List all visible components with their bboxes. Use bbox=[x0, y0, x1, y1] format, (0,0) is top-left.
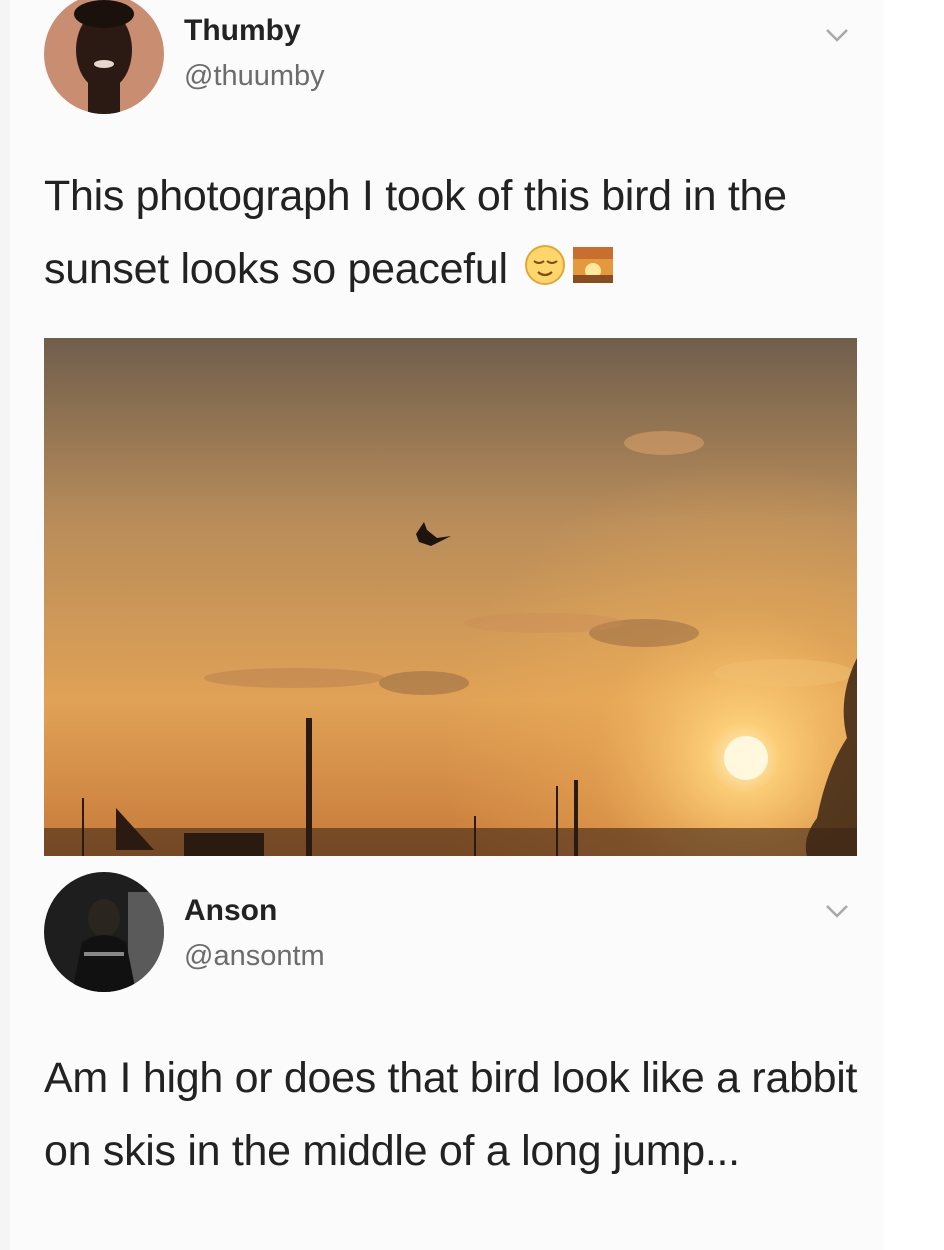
avatar[interactable] bbox=[44, 872, 164, 992]
page-margin bbox=[884, 0, 944, 1250]
reply-text: Am I high or does that bird look like a … bbox=[44, 1042, 864, 1188]
chevron-down-icon[interactable] bbox=[824, 26, 850, 44]
reply-body: Am I high or does that bird look like a … bbox=[44, 1054, 858, 1175]
sunset-icon bbox=[571, 237, 615, 310]
reply-header: Anson @ansontm bbox=[10, 872, 884, 992]
author-name[interactable]: Thumby bbox=[184, 14, 301, 48]
tweet-text: This photograph I took of this bird in t… bbox=[44, 160, 864, 310]
author-handle[interactable]: @ansontm bbox=[184, 940, 325, 973]
tweet-photo[interactable] bbox=[44, 338, 857, 856]
avatar[interactable] bbox=[44, 0, 164, 114]
chevron-down-icon[interactable] bbox=[824, 902, 850, 920]
author-name[interactable]: Anson bbox=[184, 894, 277, 928]
author-handle[interactable]: @thuumby bbox=[184, 60, 325, 93]
tweet-header: Thumby @thuumby bbox=[10, 0, 884, 120]
tweet-card: Thumby @thuumby This photograph I took o… bbox=[10, 0, 884, 1250]
relieved-face-icon bbox=[523, 237, 567, 310]
tweet-body: This photograph I took of this bird in t… bbox=[44, 172, 787, 293]
